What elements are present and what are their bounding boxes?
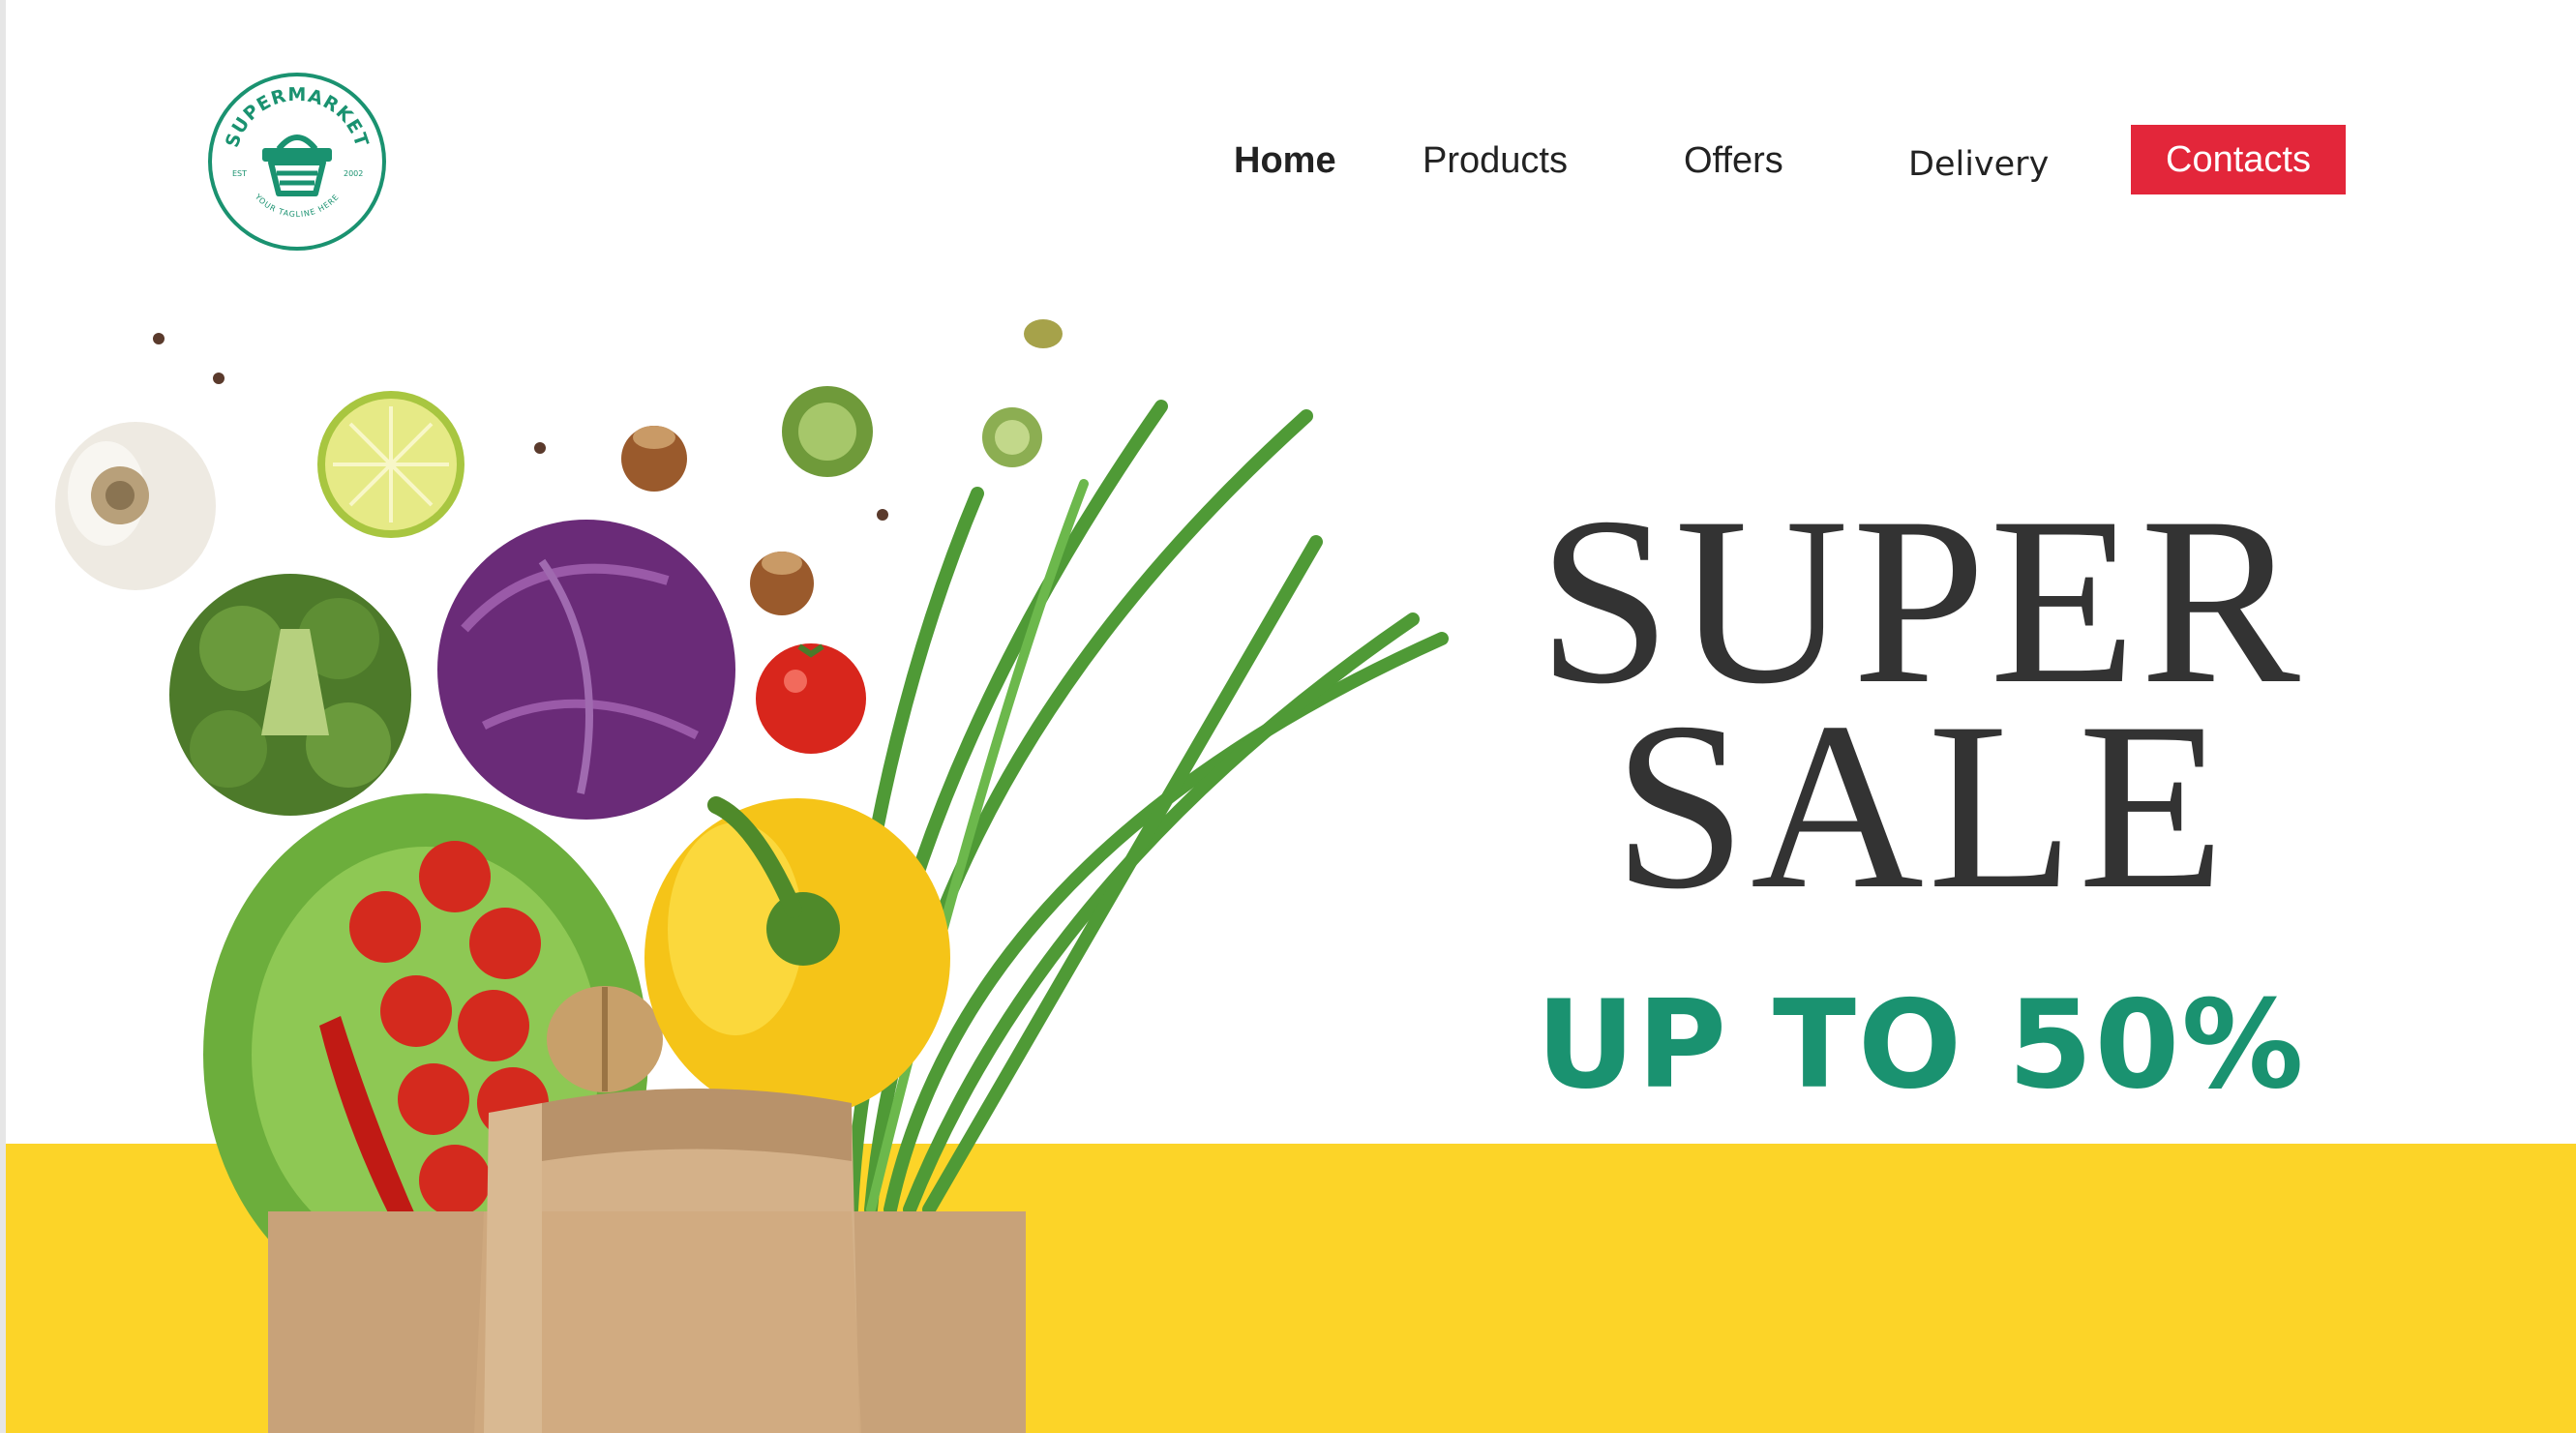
lime-slice-image	[317, 391, 464, 538]
nav-offers[interactable]: Offers	[1684, 135, 1783, 186]
logo-est: EST	[232, 169, 247, 178]
walnut-image	[547, 986, 663, 1092]
hero-headline: SUPER SALE	[1442, 481, 2400, 939]
green-onion-image	[825, 400, 1449, 1216]
garlic-image	[55, 422, 216, 590]
brussels-sprout-image	[782, 386, 1042, 477]
supermarket-logo[interactable]: SUPERMARKET YOUR TAGLINE HERE EST 2002	[205, 70, 389, 254]
red-cabbage-image	[437, 520, 735, 820]
pumpkin-seed-image	[1024, 319, 1063, 348]
peppercorns-image	[153, 333, 888, 521]
produce-illustration	[55, 319, 1449, 1433]
contacts-button[interactable]: Contacts	[2131, 125, 2346, 194]
logo-year: 2002	[344, 169, 363, 178]
tomato-image	[756, 643, 866, 754]
yellow-bell-pepper-image	[644, 796, 950, 1118]
hero-headline-line2: SALE	[1613, 672, 2229, 939]
nav-delivery[interactable]: Delivery	[1908, 139, 2049, 190]
broccoli-image	[169, 574, 411, 816]
nav-products[interactable]: Products	[1423, 135, 1568, 186]
nav-home[interactable]: Home	[1234, 135, 1336, 186]
promo-text: UP TO 50%	[1536, 973, 2306, 1116]
